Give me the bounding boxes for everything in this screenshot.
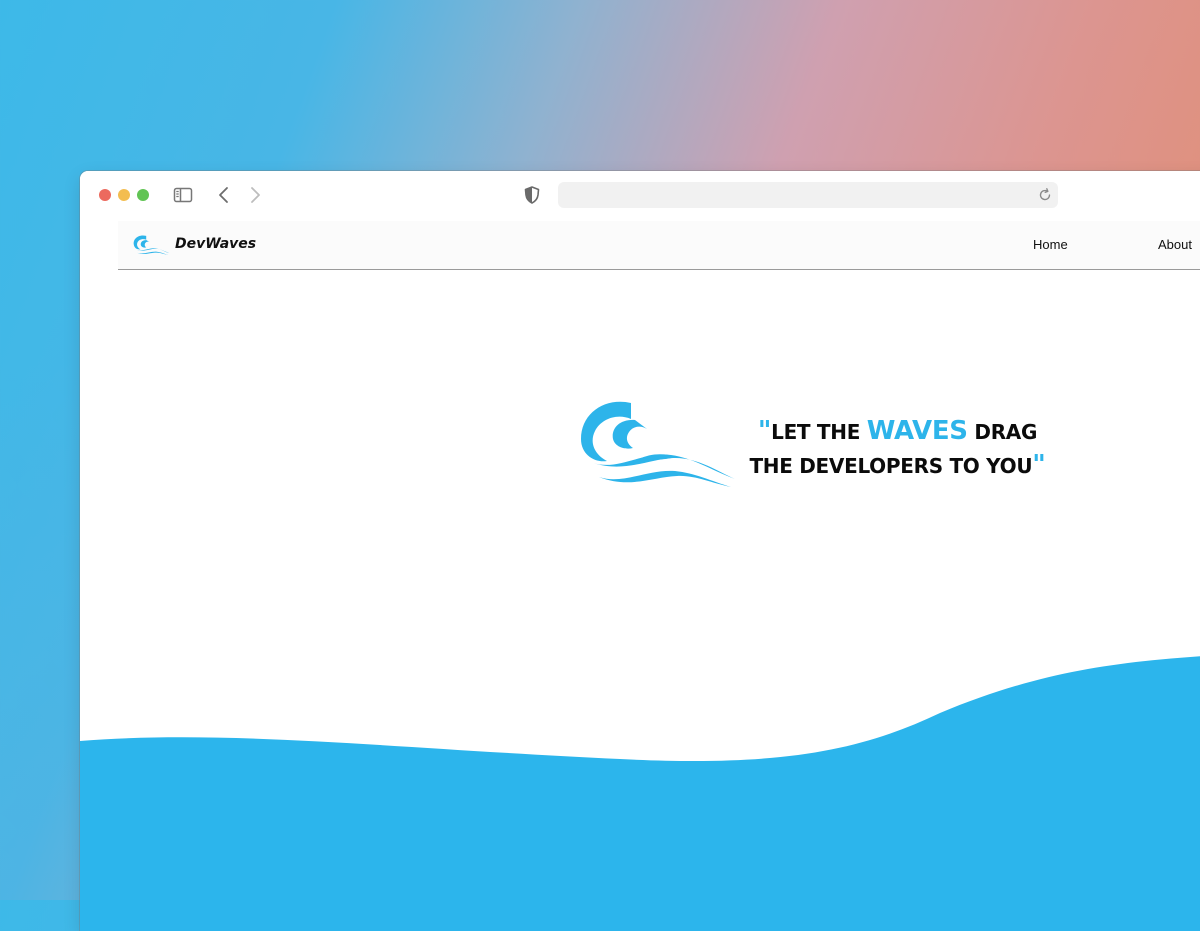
back-arrow-icon[interactable] <box>214 185 234 205</box>
tagline-close-quote: " <box>1032 450 1046 480</box>
browser-window: DevWaves Home About "LET THE WAVES DRAG … <box>80 171 1200 931</box>
address-bar[interactable] <box>558 182 1058 208</box>
shield-icon[interactable] <box>522 185 542 205</box>
wave-logo-icon <box>581 401 735 487</box>
tagline-part2: DRAG <box>967 420 1038 444</box>
close-window-button[interactable] <box>99 189 111 201</box>
tagline-open-quote: " <box>757 416 772 446</box>
forward-arrow-icon[interactable] <box>245 185 265 205</box>
tagline-highlight: WAVES <box>866 416 968 446</box>
browser-toolbar <box>80 171 1200 219</box>
reload-icon[interactable] <box>1036 186 1054 204</box>
tagline-line2: THE DEVELOPERS TO YOU <box>749 454 1033 478</box>
nav-link-home[interactable]: Home <box>1033 237 1068 252</box>
site-navbar: DevWaves Home About <box>118 221 1200 270</box>
nav-link-about[interactable]: About <box>1158 237 1192 252</box>
tagline-part1: LET THE <box>771 420 867 444</box>
brand-name[interactable]: DevWaves <box>175 236 256 252</box>
minimize-window-button[interactable] <box>118 189 130 201</box>
hero-tagline: "LET THE WAVES DRAG THE DEVELOPERS TO YO… <box>740 415 1055 483</box>
zoom-window-button[interactable] <box>137 189 149 201</box>
sidebar-toggle-icon[interactable] <box>173 185 193 205</box>
wave-logo-icon[interactable] <box>131 234 171 256</box>
bottom-wave-shape <box>80 656 1200 931</box>
